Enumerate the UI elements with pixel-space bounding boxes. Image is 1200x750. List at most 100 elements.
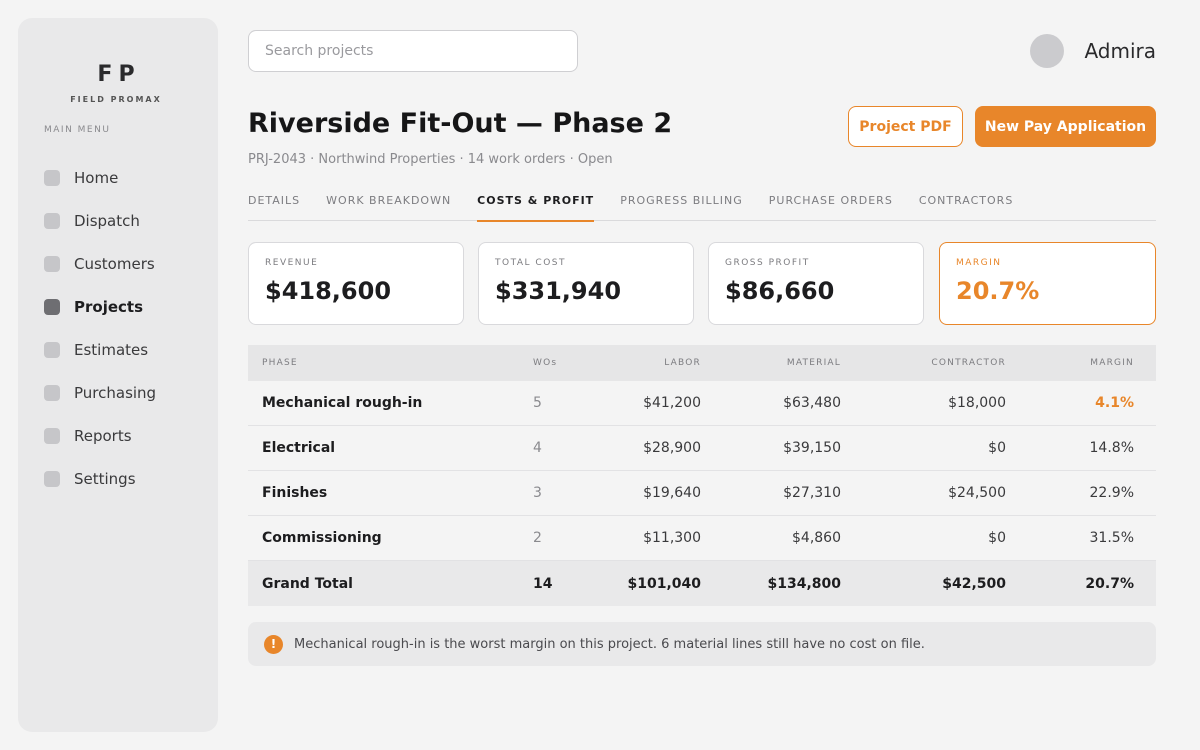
kpi-margin: MARGIN 20.7%	[939, 242, 1156, 325]
cell-labor: $41,200	[643, 395, 701, 411]
cell-contractor: $18,000	[948, 395, 1006, 411]
sidebar-item-reports[interactable]: Reports	[44, 414, 156, 457]
cell-wos: 5	[533, 395, 542, 411]
kpi-revenue: REVENUE $418,600	[248, 242, 464, 325]
column-header-phase[interactable]: PHASE	[248, 358, 519, 368]
project-tabs: DETAILS WORK BREAKDOWN COSTS & PROFIT PR…	[248, 190, 1156, 222]
cell-material: $27,310	[783, 485, 841, 501]
page-title: Riverside Fit-Out — Phase 2	[248, 108, 673, 139]
cell-labor: $11,300	[643, 530, 701, 546]
logo-name: FIELD PROMAX	[70, 95, 162, 104]
column-header-contractor[interactable]: CONTRACTOR	[855, 358, 1020, 368]
column-header-wos[interactable]: WOs	[519, 358, 589, 368]
projects-icon	[44, 298, 60, 315]
cell-material: $39,150	[783, 440, 841, 456]
cell-contractor: $24,500	[948, 485, 1006, 501]
cell-labor: $101,040	[627, 575, 701, 592]
tab-progress-billing[interactable]: PROGRESS BILLING	[620, 190, 743, 221]
phase-cost-table: PHASE WOs LABOR MATERIAL CONTRACTOR MARG…	[248, 345, 1156, 606]
sidebar-item-label: Customers	[74, 254, 155, 273]
cell-material: $134,800	[767, 575, 841, 592]
settings-icon	[44, 470, 60, 487]
dispatch-icon	[44, 212, 60, 229]
cell-wos: 2	[533, 530, 542, 546]
sidebar-item-label: Home	[74, 168, 119, 187]
cell-margin: 14.8%	[1089, 440, 1134, 456]
kpi-label: MARGIN	[956, 258, 1002, 268]
table-row[interactable]: Commissioning 2 $11,300 $4,860 $0 31.5%	[248, 516, 1156, 561]
estimates-icon	[44, 341, 60, 358]
purchasing-icon	[44, 384, 60, 401]
table-row[interactable]: Electrical 4 $28,900 $39,150 $0 14.8%	[248, 426, 1156, 471]
sidebar-item-label: Reports	[74, 426, 132, 445]
cell-contractor: $0	[988, 530, 1006, 546]
sidebar-item-estimates[interactable]: Estimates	[44, 328, 156, 371]
margin-alert: ! Mechanical rough-in is the worst margi…	[248, 622, 1156, 666]
kpi-value: $86,660	[725, 277, 835, 305]
cell-wos: 4	[533, 440, 542, 456]
column-header-material[interactable]: MATERIAL	[715, 358, 855, 368]
kpi-gross-profit: GROSS PROFIT $86,660	[708, 242, 924, 325]
cell-wos: 14	[533, 575, 553, 592]
sidebar-item-customers[interactable]: Customers	[44, 242, 156, 285]
reports-icon	[44, 427, 60, 444]
sidebar-item-label: Projects	[74, 297, 144, 316]
sidebar: FP FIELD PROMAX MAIN MENU Home Dispatch …	[18, 18, 218, 732]
alert-message: Mechanical rough-in is the worst margin …	[294, 636, 925, 652]
cell-phase: Commissioning	[262, 530, 382, 546]
table-row[interactable]: Finishes 3 $19,640 $27,310 $24,500 22.9%	[248, 471, 1156, 516]
tab-details[interactable]: DETAILS	[248, 190, 300, 221]
user-menu[interactable]: Admira	[1030, 34, 1156, 68]
sidebar-item-projects[interactable]: Projects	[44, 285, 156, 328]
tab-work-breakdown[interactable]: WORK BREAKDOWN	[326, 190, 451, 221]
menu-section-label: MAIN MENU	[44, 125, 111, 135]
sidebar-item-label: Estimates	[74, 340, 149, 359]
sidebar-item-label: Purchasing	[74, 383, 157, 402]
logo-mark: FP	[97, 62, 141, 87]
kpi-value: $331,940	[495, 277, 622, 305]
sidebar-item-label: Dispatch	[74, 211, 140, 230]
table-row[interactable]: Mechanical rough-in 5 $41,200 $63,480 $1…	[248, 381, 1156, 426]
sidebar-item-purchasing[interactable]: Purchasing	[44, 371, 156, 414]
user-name: Admira	[1084, 39, 1156, 63]
kpi-label: TOTAL COST	[495, 258, 566, 268]
project-pdf-button[interactable]: Project PDF	[848, 106, 963, 147]
project-meta: PRJ-2043 · Northwind Properties · 14 wor…	[248, 152, 613, 167]
customers-icon	[44, 255, 60, 272]
cell-phase: Mechanical rough-in	[262, 395, 423, 411]
table-header-row: PHASE WOs LABOR MATERIAL CONTRACTOR MARG…	[248, 345, 1156, 381]
cell-wos: 3	[533, 485, 542, 501]
kpi-label: GROSS PROFIT	[725, 258, 810, 268]
kpi-label: REVENUE	[265, 258, 319, 268]
tab-purchase-orders[interactable]: PURCHASE ORDERS	[769, 190, 893, 221]
cell-contractor: $42,500	[942, 575, 1006, 592]
sidebar-item-settings[interactable]: Settings	[44, 457, 156, 500]
main-menu: Home Dispatch Customers Projects Estimat…	[44, 156, 156, 500]
cell-labor: $19,640	[643, 485, 701, 501]
cell-margin: 31.5%	[1089, 530, 1134, 546]
new-pay-application-button[interactable]: New Pay Application	[975, 106, 1156, 147]
column-header-labor[interactable]: LABOR	[589, 358, 715, 368]
tab-costs-profit[interactable]: COSTS & PROFIT	[477, 190, 595, 222]
cell-phase: Electrical	[262, 440, 336, 456]
cell-margin-warning: 4.1%	[1095, 395, 1134, 411]
cell-phase: Grand Total	[262, 575, 353, 592]
sidebar-item-label: Settings	[74, 469, 136, 488]
kpi-total-cost: TOTAL COST $331,940	[478, 242, 694, 325]
home-icon	[44, 169, 60, 186]
cell-material: $63,480	[783, 395, 841, 411]
kpi-value: $418,600	[265, 277, 392, 305]
sidebar-item-dispatch[interactable]: Dispatch	[44, 199, 156, 242]
cell-margin: 22.9%	[1089, 485, 1134, 501]
logo[interactable]: FP FIELD PROMAX	[18, 62, 214, 104]
search-input[interactable]	[248, 30, 578, 72]
cell-labor: $28,900	[643, 440, 701, 456]
cell-contractor: $0	[988, 440, 1006, 456]
tab-contractors[interactable]: CONTRACTORS	[919, 190, 1014, 221]
warning-icon: !	[264, 634, 283, 654]
sidebar-item-home[interactable]: Home	[44, 156, 156, 199]
column-header-margin[interactable]: MARGIN	[1020, 358, 1148, 368]
avatar[interactable]	[1030, 34, 1065, 68]
cell-phase: Finishes	[262, 485, 328, 501]
table-total-row: Grand Total 14 $101,040 $134,800 $42,500…	[248, 561, 1156, 606]
